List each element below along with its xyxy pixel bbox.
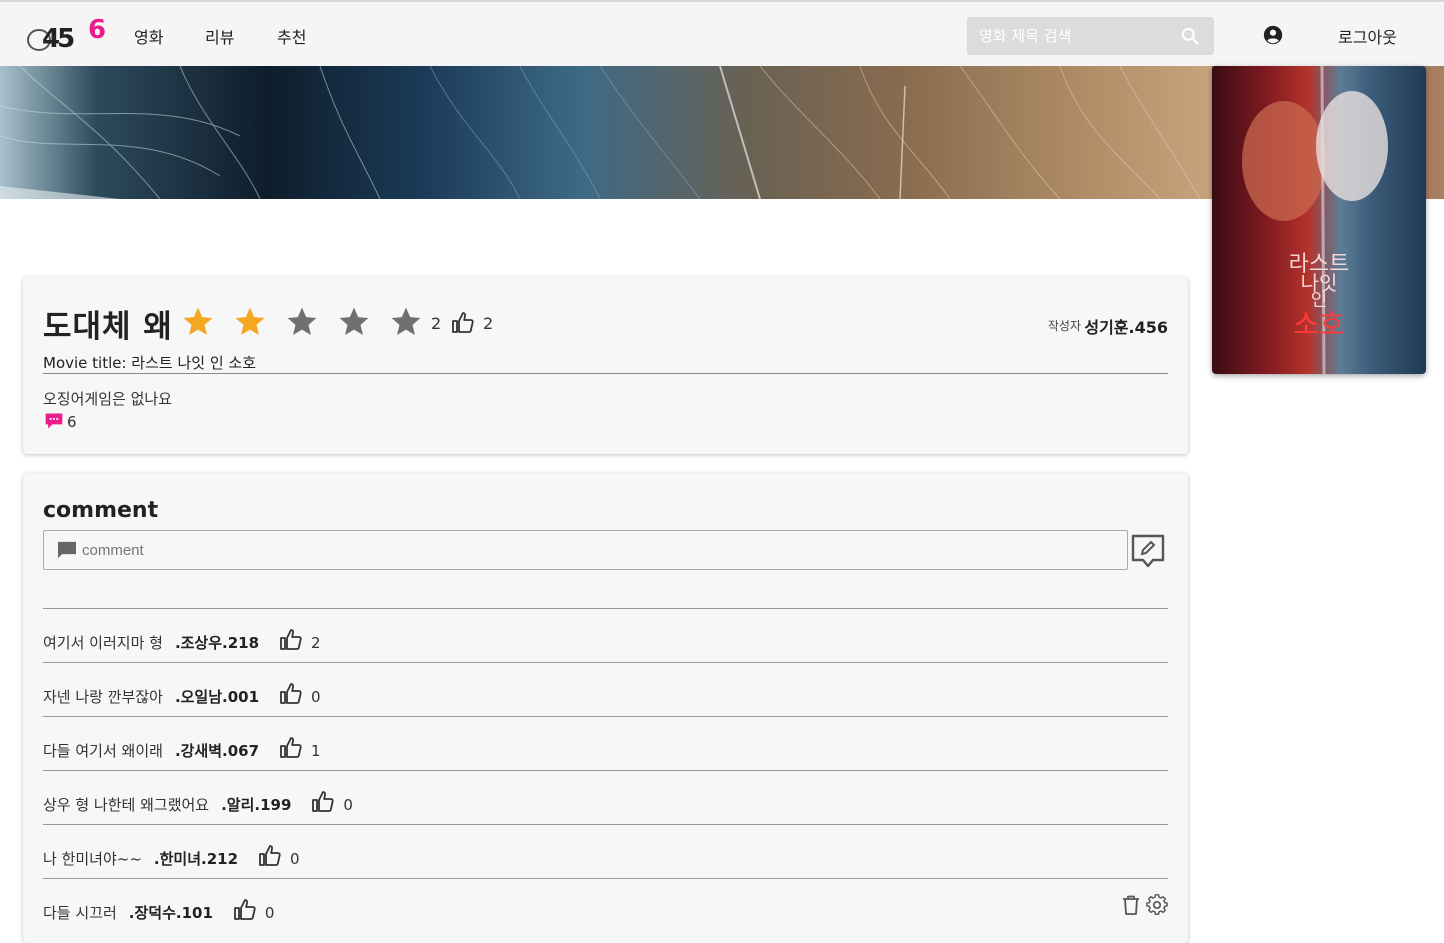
comment-text: 여기서 이러지마 형 [43, 634, 163, 652]
star-empty-icon[interactable] [337, 305, 371, 339]
nav-recommend[interactable]: 추천 [277, 24, 306, 48]
search-icon[interactable] [1180, 26, 1200, 46]
comment-text: 나 한미녀야~~ [43, 850, 142, 868]
comment-likes-count: 0 [311, 688, 321, 706]
comment-text: 다들 시끄러 [43, 904, 117, 922]
comment-line: 여기서 이러지마 형 .조상우.218 2 [43, 628, 321, 653]
comment-author[interactable]: .조상우.218 [175, 634, 259, 652]
comment-input-box [43, 530, 1128, 570]
review-likes-count: 2 [483, 314, 494, 333]
comment-row: 여기서 이러지마 형 .조상우.218 2 [43, 608, 1168, 662]
movie-title[interactable]: Movie title: 라스트 나잇 인 소호 [43, 352, 256, 373]
comment-text: 상우 형 나한테 왜그랬어요 [43, 796, 210, 814]
star-rating [181, 305, 441, 339]
comment-line: 상우 형 나한테 왜그랬어요 .알리.199 0 [43, 790, 353, 815]
comment-row: 다들 여기서 왜이래 .강새벽.067 1 [43, 716, 1168, 770]
comment-likes-count: 0 [264, 904, 275, 922]
comment-input[interactable] [82, 531, 1122, 569]
top-navigation-bar: 45 6 영화 리뷰 추천 로그아웃 [0, 0, 1444, 66]
add-comment-icon[interactable] [1130, 533, 1166, 569]
comment-icon [58, 541, 76, 559]
comment-row: 다들 시끄러 .장덕수.101 0 [43, 878, 1168, 932]
thumbs-up-icon[interactable] [279, 682, 303, 706]
comment-author[interactable]: .장덕수.101 [129, 904, 213, 922]
comment-text: 다들 여기서 왜이래 [43, 742, 163, 760]
thumbs-up-icon[interactable] [279, 628, 303, 652]
thumbs-up-icon[interactable] [311, 790, 335, 814]
logout-button[interactable]: 로그아웃 [1338, 24, 1397, 48]
comment-author[interactable]: .한미녀.212 [154, 850, 238, 868]
comment-line: 나 한미녀야~~ .한미녀.212 0 [43, 844, 300, 869]
rating-value: 2 [431, 314, 442, 333]
svg-text:6: 6 [88, 15, 106, 45]
divider [43, 373, 1168, 374]
star-filled-icon[interactable] [233, 305, 267, 339]
star-empty-icon[interactable] [285, 305, 319, 339]
comment-author[interactable]: .오일남.001 [175, 688, 259, 706]
thumbs-up-icon[interactable] [451, 311, 475, 335]
comment-row: 상우 형 나한테 왜그랬어요 .알리.199 0 [43, 770, 1168, 824]
comment-line: 다들 여기서 왜이래 .강새벽.067 1 [43, 736, 321, 761]
comment-count: 6 [67, 413, 77, 431]
comment-text: 자넨 나랑 깐부잖아 [43, 688, 163, 706]
thumbs-up-icon[interactable] [258, 844, 282, 868]
review-card: 도대체 왜 2 2 작성자 성기훈.456 Movie title: 라스트 나… [23, 277, 1188, 454]
comments-heading: comment [43, 498, 159, 523]
comment-row: 나 한미녀야~~ .한미녀.212 0 [43, 824, 1168, 878]
review-title: 도대체 왜 [43, 309, 173, 345]
comments-card: comment 여기서 이러지마 형 .조상우.218 2 자넨 나랑 깐부잖아 .오일… [23, 473, 1188, 943]
comment-line: 다들 시끄러 .장덕수.101 0 [43, 898, 274, 923]
star-filled-icon[interactable] [181, 305, 215, 339]
nav-movies[interactable]: 영화 [134, 24, 163, 48]
delete-icon[interactable] [1122, 895, 1140, 915]
comment-author[interactable]: .강새벽.067 [175, 742, 259, 760]
svg-text:45: 45 [42, 24, 74, 54]
account-circle-icon[interactable] [1262, 24, 1284, 46]
site-logo[interactable]: 45 6 [26, 14, 116, 54]
review-body: 오징어게임은 없나요 [43, 390, 172, 408]
thumbs-up-icon[interactable] [233, 898, 257, 922]
review-author[interactable]: 성기훈.456 [1084, 314, 1168, 338]
poster-title-line-4: 소호 [1293, 308, 1345, 341]
comment-likes-count: 1 [311, 742, 321, 760]
comment-likes-count: 0 [290, 850, 300, 868]
search-input[interactable] [967, 17, 1172, 55]
author-label: 작성자 [1047, 319, 1081, 333]
movie-poster[interactable]: 라스트 나잇 인 소호 [1212, 66, 1426, 374]
star-empty-icon[interactable] [389, 305, 423, 339]
search-bar [967, 17, 1214, 55]
gear-icon[interactable] [1146, 894, 1168, 916]
comment-bubble-icon [45, 413, 63, 429]
comment-row: 자넨 나랑 깐부잖아 .오일남.001 0 [43, 662, 1168, 716]
movie-banner-image [0, 66, 1212, 199]
thumbs-up-icon[interactable] [279, 736, 303, 760]
comment-author[interactable]: .알리.199 [221, 796, 291, 814]
comment-line: 자넨 나랑 깐부잖아 .오일남.001 0 [43, 682, 321, 707]
nav-reviews[interactable]: 리뷰 [205, 24, 234, 48]
comment-likes-count: 0 [343, 796, 353, 814]
comment-likes-count: 2 [311, 634, 321, 652]
